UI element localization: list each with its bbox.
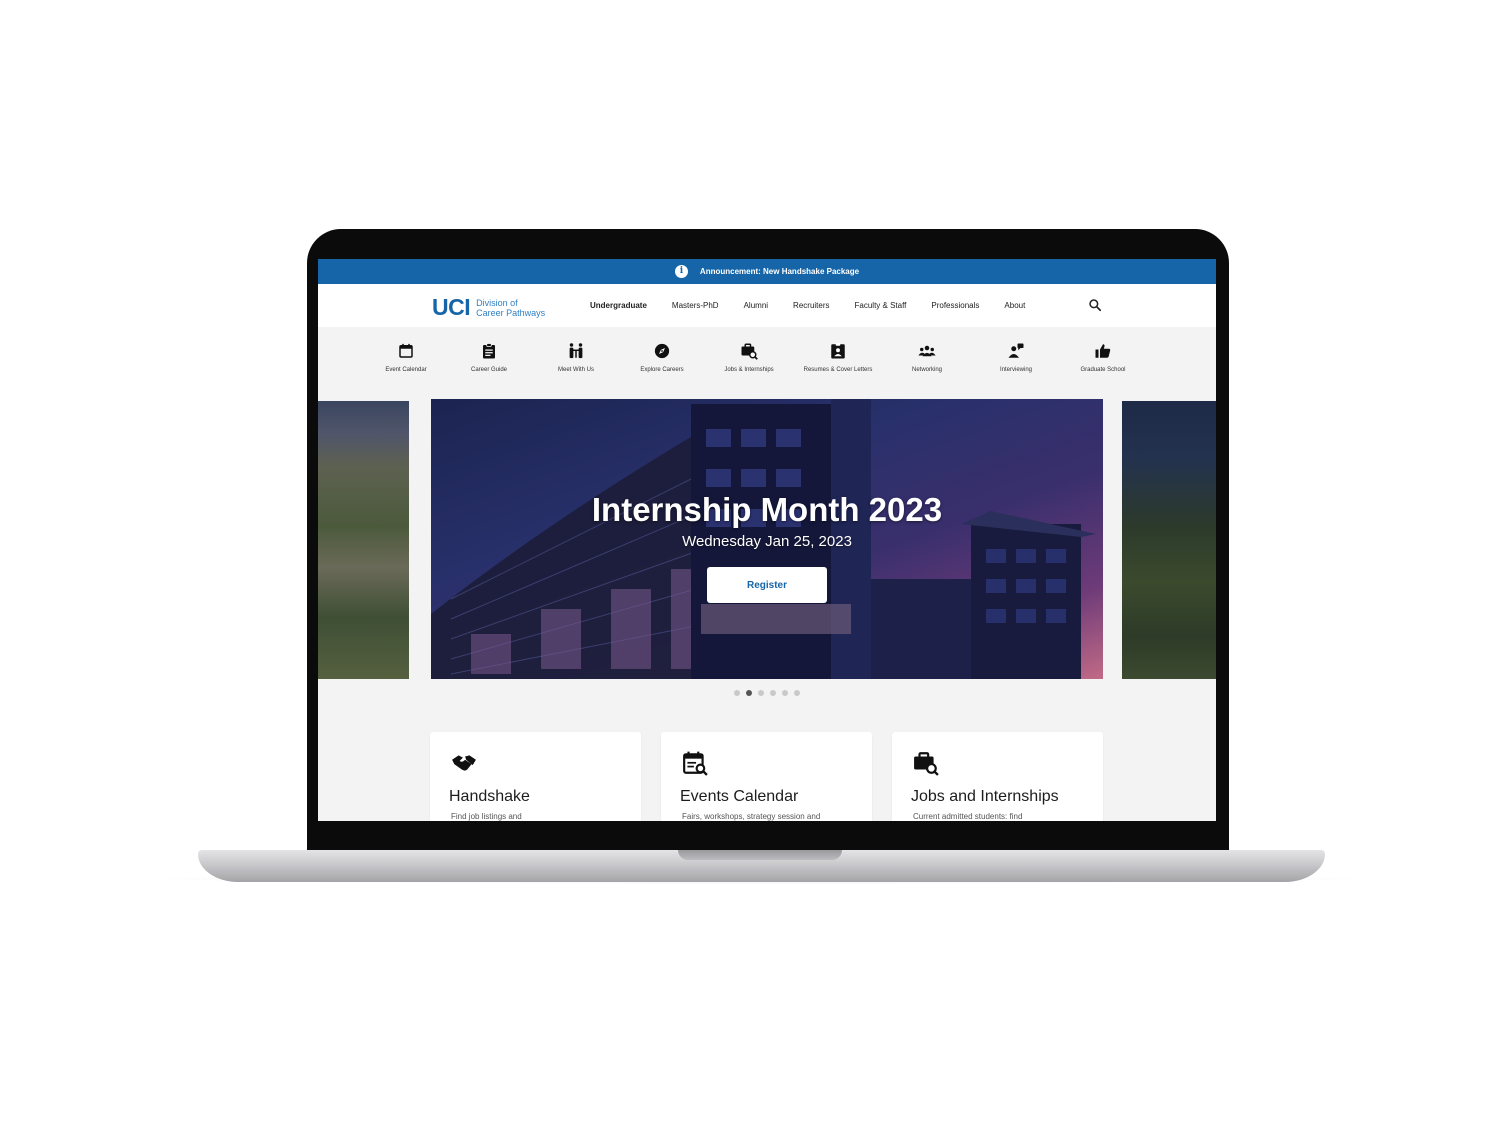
card-title: Handshake [449,788,530,805]
id-badge-icon [831,343,845,359]
group-icon [918,345,936,357]
carousel-indicators [318,690,1216,696]
nav-masters-phd[interactable]: Masters-PhD [672,301,719,310]
interview-icon [1008,343,1024,358]
search-icon[interactable] [1088,298,1102,312]
uci-logo[interactable]: UCI Division of Career Pathways [432,294,545,321]
clipboard-icon [483,343,495,359]
nav-professionals[interactable]: Professionals [931,301,979,310]
quick-link-label: Explore Careers [640,367,684,373]
register-button[interactable]: Register [707,567,827,603]
logo-mark: UCI [432,294,471,320]
quick-link-label: Interviewing [999,367,1032,373]
carousel-dot[interactable] [782,690,788,696]
quick-link-graduate-school[interactable]: Graduate School [1063,342,1143,373]
hero-title: Internship Month 2023 [591,491,943,528]
carousel-dot[interactable] [770,690,776,696]
card-title: Events Calendar [680,788,799,805]
info-icon: i [674,265,688,278]
nav-undergraduate[interactable]: Undergraduate [590,301,647,310]
nav-faculty-staff[interactable]: Faculty & Staff [855,301,907,310]
quick-link-label: Graduate School [1080,367,1126,373]
quick-link-explore-careers[interactable]: Explore Careers [622,342,702,373]
quick-links-bar: Event Calendar Career Guide Meet With Us [318,327,1216,399]
people-icon [569,343,583,359]
top-navigation: UCI Division of Career Pathways Undergra… [318,284,1216,327]
quick-link-event-calendar[interactable]: Event Calendar [366,342,446,373]
quick-link-label: Networking [911,367,942,373]
hero-content: Internship Month 2023 Wednesday Jan 25, … [431,491,1103,603]
thumbs-up-icon [1095,344,1111,358]
carousel-dot[interactable] [794,690,800,696]
quick-link-career-guide[interactable]: Career Guide [449,342,529,373]
hero-date: Wednesday Jan 25, 2023 [682,533,852,550]
carousel-dot[interactable] [758,690,764,696]
carousel-prev-slide[interactable] [318,401,409,679]
card-events-calendar[interactable]: Events Calendar Fairs, workshops, strate… [661,732,872,821]
card-title: Jobs and Internships [911,788,1059,805]
calendar-search-icon [683,751,708,776]
briefcase-search-icon [741,343,758,360]
card-description: Current admitted students: find [913,812,1023,821]
nav-alumni[interactable]: Alumni [744,301,768,310]
compass-icon [654,343,670,359]
logo-subtitle: Division of Career Pathways [476,298,545,318]
quick-link-networking[interactable]: Networking [887,342,967,373]
hero-carousel: Internship Month 2023 Wednesday Jan 25, … [318,399,1216,679]
carousel-dot-active[interactable] [746,690,752,696]
card-jobs-internships[interactable]: Jobs and Internships Current admitted st… [892,732,1103,821]
announcement-text[interactable]: Announcement: New Handshake Package [700,267,859,276]
card-description: Fairs, workshops, strategy session and [682,812,821,821]
announcement-bar[interactable]: i Announcement: New Handshake Package [318,259,1216,284]
quick-link-meet-with-us[interactable]: Meet With Us [536,342,616,373]
quick-link-jobs-internships[interactable]: Jobs & Internships [709,342,789,373]
quick-link-label: Meet With Us [557,367,594,373]
nav-menu: Undergraduate Masters-PhD Alumni Recruit… [590,284,1050,327]
nav-about[interactable]: About [1004,301,1025,310]
quick-link-label: Jobs & Internships [724,367,774,373]
quick-link-resumes-cover-letters[interactable]: Resumes & Cover Letters [798,342,878,373]
carousel-next-slide[interactable] [1122,401,1216,679]
quick-link-label: Career Guide [470,367,508,373]
logo-line-2: Career Pathways [476,307,546,318]
browser-screen: i Announcement: New Handshake Package UC… [318,259,1216,821]
hero-slide: Internship Month 2023 Wednesday Jan 25, … [431,399,1103,679]
quick-link-label: Event Calendar [385,367,427,373]
logo-line-1: Division of [476,297,518,308]
carousel-dot[interactable] [734,690,740,696]
card-description: Find job listings and [451,812,522,821]
quick-link-interviewing[interactable]: Interviewing [976,342,1056,373]
quick-link-label: Resumes & Cover Letters [803,367,873,373]
briefcase-search-icon [914,752,939,776]
card-handshake[interactable]: Handshake Find job listings and [430,732,641,821]
nav-recruiters[interactable]: Recruiters [793,301,829,310]
calendar-icon [399,343,413,358]
handshake-icon [452,755,476,771]
laptop-notch [678,850,842,860]
